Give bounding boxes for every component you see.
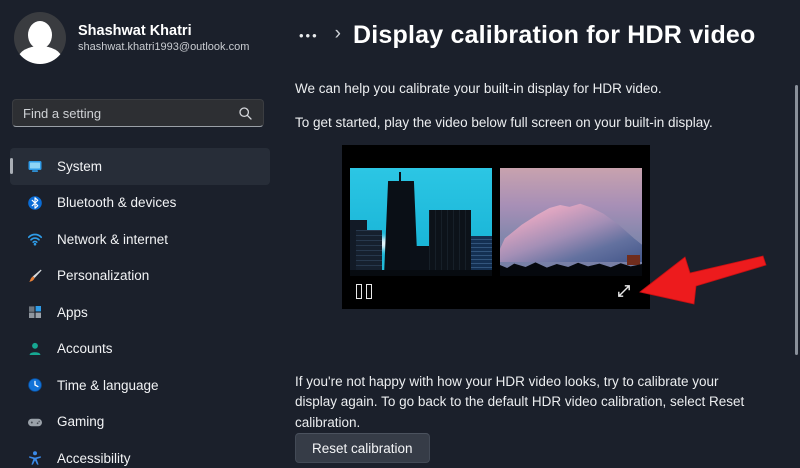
hdr-calibration-video-player[interactable]: [342, 145, 650, 309]
reset-calibration-button[interactable]: Reset calibration: [295, 433, 430, 463]
sidebar-item-bluetooth-devices[interactable]: Bluetooth & devices: [10, 185, 270, 222]
mountain-shape: [500, 200, 642, 262]
breadcrumb-ellipsis-button[interactable]: •••: [295, 27, 323, 44]
sidebar-item-system[interactable]: System: [10, 148, 270, 185]
page-title: Display calibration for HDR video: [353, 21, 756, 50]
video-frames: [350, 168, 642, 276]
search-box[interactable]: [12, 99, 264, 127]
personalization-icon: [27, 268, 43, 284]
user-email: shashwat.khatri1993@outlook.com: [78, 40, 249, 54]
building-antenna-shape: [399, 172, 401, 181]
red-annotation-arrow: [632, 248, 772, 310]
sidebar-nav: System Bluetooth & devices: [10, 148, 270, 468]
accessibility-icon: [27, 450, 43, 466]
system-icon: [27, 158, 43, 174]
main-content: ••• › Display calibration for HDR video …: [280, 0, 800, 468]
sidebar-item-accessibility[interactable]: Accessibility: [10, 440, 270, 468]
network-icon: [27, 231, 43, 247]
sidebar-item-label: Time & language: [57, 378, 159, 393]
bluetooth-icon: [27, 195, 43, 211]
sidebar-item-personalization[interactable]: Personalization: [10, 258, 270, 295]
fullscreen-expand-icon[interactable]: [615, 282, 633, 300]
intro-text: We can help you calibrate your built-in …: [295, 79, 662, 99]
sidebar-item-label: Accessibility: [57, 451, 131, 466]
breadcrumb: ••• › Display calibration for HDR video: [295, 17, 756, 53]
sidebar-item-label: Bluetooth & devices: [57, 195, 176, 210]
building-shape: [627, 255, 640, 265]
user-info: Shashwat Khatri shashwat.khatri1993@outl…: [78, 22, 249, 54]
sidebar-item-label: Gaming: [57, 414, 104, 429]
time-language-icon: [27, 377, 43, 393]
instruction-text: To get started, play the video below ful…: [295, 113, 713, 133]
avatar-body-shape: [18, 46, 62, 64]
search-input[interactable]: [23, 106, 230, 121]
reset-note-text: If you're not happy with how your HDR vi…: [295, 372, 745, 433]
building-shape: [429, 210, 471, 276]
city-skyline-frame: [350, 168, 492, 276]
sidebar-item-label: Network & internet: [57, 232, 168, 247]
sidebar-item-network-internet[interactable]: Network & internet: [10, 221, 270, 258]
sidebar-item-apps[interactable]: Apps: [10, 294, 270, 331]
user-account-row[interactable]: Shashwat Khatri shashwat.khatri1993@outl…: [14, 12, 249, 64]
sidebar-item-accounts[interactable]: Accounts: [10, 331, 270, 368]
ground-shape: [350, 270, 492, 276]
apps-icon: [27, 304, 43, 320]
sidebar-item-label: Accounts: [57, 341, 113, 356]
sidebar-item-gaming[interactable]: Gaming: [10, 404, 270, 441]
selected-indicator: [10, 158, 13, 174]
scrollbar-thumb[interactable]: [795, 85, 798, 355]
search-icon: [238, 106, 253, 121]
sidebar-item-label: Personalization: [57, 268, 149, 283]
sidebar-item-label: Apps: [57, 305, 88, 320]
sidebar-item-label: System: [57, 159, 102, 174]
settings-window: Shashwat Khatri shashwat.khatri1993@outl…: [0, 0, 800, 468]
user-name: Shashwat Khatri: [78, 22, 249, 40]
accounts-icon: [27, 341, 43, 357]
chevron-right-icon: ›: [335, 24, 341, 43]
avatar-head-shape: [28, 21, 52, 49]
sidebar-item-time-language[interactable]: Time & language: [10, 367, 270, 404]
mountain-frame: [500, 168, 642, 276]
gaming-icon: [27, 414, 43, 430]
sidebar: Shashwat Khatri shashwat.khatri1993@outl…: [0, 0, 280, 468]
pause-icon[interactable]: [356, 284, 372, 299]
avatar: [14, 12, 66, 64]
